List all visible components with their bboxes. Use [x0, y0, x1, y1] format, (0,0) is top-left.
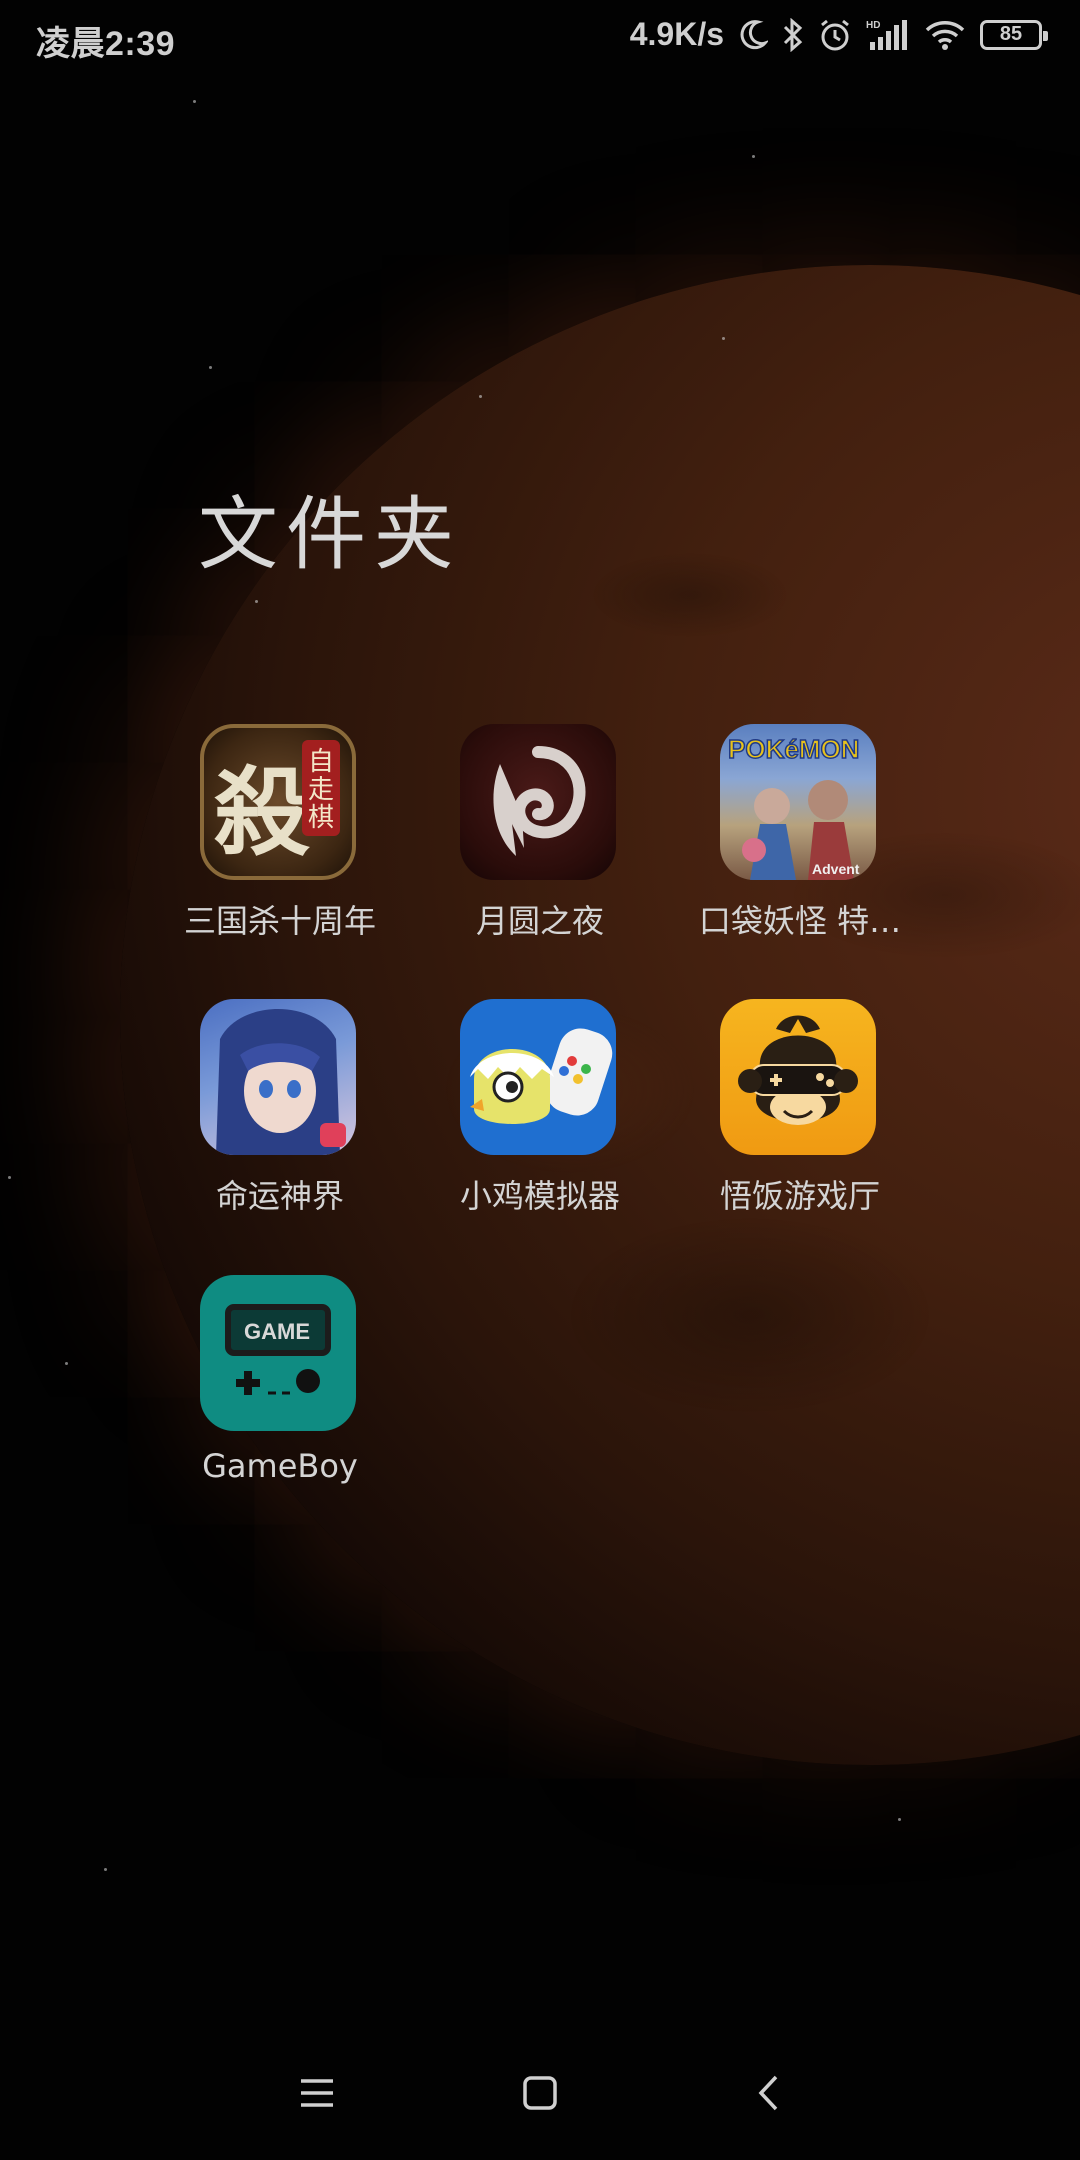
svg-text:走: 走 — [308, 775, 334, 805]
star — [752, 155, 755, 158]
svg-text:Advent: Advent — [812, 861, 860, 877]
svg-text:棋: 棋 — [308, 803, 334, 833]
battery-level: 85 — [999, 23, 1023, 45]
app-wufan[interactable]: 悟饭游戏厅 — [650, 999, 910, 1259]
mingyunshenjie-icon — [200, 999, 356, 1155]
network-speed: 4.9K/s — [629, 16, 724, 52]
star — [193, 100, 196, 103]
hd-signal-icon: HD — [866, 18, 910, 52]
svg-text:GAME: GAME — [244, 1319, 310, 1344]
menu-button[interactable] — [277, 2060, 357, 2130]
status-bar: 凌晨2:39 4.9K/s HD 85 — [0, 0, 1080, 76]
star — [722, 337, 725, 340]
bluetooth-icon — [782, 17, 804, 52]
app-label: 悟饭游戏厅 — [719, 1177, 880, 1215]
moon-icon — [738, 19, 768, 51]
star — [209, 366, 212, 369]
star — [479, 395, 482, 398]
svg-text:自: 自 — [308, 747, 334, 777]
alarm-icon — [818, 18, 852, 52]
pokemon-icon: POKéMON Advent — [720, 724, 876, 880]
app-label: GameBoy — [202, 1447, 358, 1485]
navigation-bar — [0, 2040, 1080, 2150]
app-yueyuanzhiye[interactable]: 月圆之夜 — [390, 724, 650, 984]
clock: 凌晨2:39 — [36, 25, 176, 63]
folder-title[interactable]: 文件夹 — [198, 470, 462, 586]
app-xiaoji-emulator[interactable]: 小鸡模拟器 — [390, 999, 650, 1259]
home-button[interactable] — [500, 2060, 580, 2130]
back-icon — [756, 2074, 780, 2116]
home-icon — [522, 2075, 558, 2115]
yueyuanzhiye-icon — [460, 724, 616, 880]
battery-icon: 85 — [980, 19, 1048, 50]
svg-text:HD: HD — [866, 20, 880, 31]
app-sanguosha[interactable]: 殺 自 走 棋 三国杀十周年 — [130, 724, 390, 984]
star — [255, 600, 258, 603]
app-mingyunshenjie[interactable]: 命运神界 — [130, 999, 390, 1259]
star — [104, 1868, 107, 1871]
wufan-icon — [720, 999, 876, 1155]
xiaoji-emulator-icon — [460, 999, 616, 1155]
star — [898, 1818, 901, 1821]
app-pokemon[interactable]: POKéMON Advent 口袋妖怪 特… — [650, 724, 910, 984]
wifi-icon — [924, 19, 966, 51]
app-label: 口袋妖怪 特… — [698, 902, 902, 940]
back-button[interactable] — [728, 2060, 808, 2130]
app-gameboy[interactable]: GAME GameBoy — [130, 1275, 390, 1535]
svg-text:POKéMON: POKéMON — [728, 734, 859, 764]
home-screen: 凌晨2:39 4.9K/s HD 85 文件夹 殺 自 走 棋 三国杀十周年 月… — [0, 0, 1080, 2160]
status-indicators: 4.9K/s HD 85 — [629, 16, 1048, 53]
svg-text:殺: 殺 — [214, 756, 310, 869]
menu-icon — [299, 2078, 335, 2112]
sanguosha-icon: 殺 自 走 棋 — [200, 724, 356, 880]
star — [65, 1362, 68, 1365]
gameboy-icon: GAME — [200, 1275, 356, 1431]
star — [8, 1176, 11, 1179]
